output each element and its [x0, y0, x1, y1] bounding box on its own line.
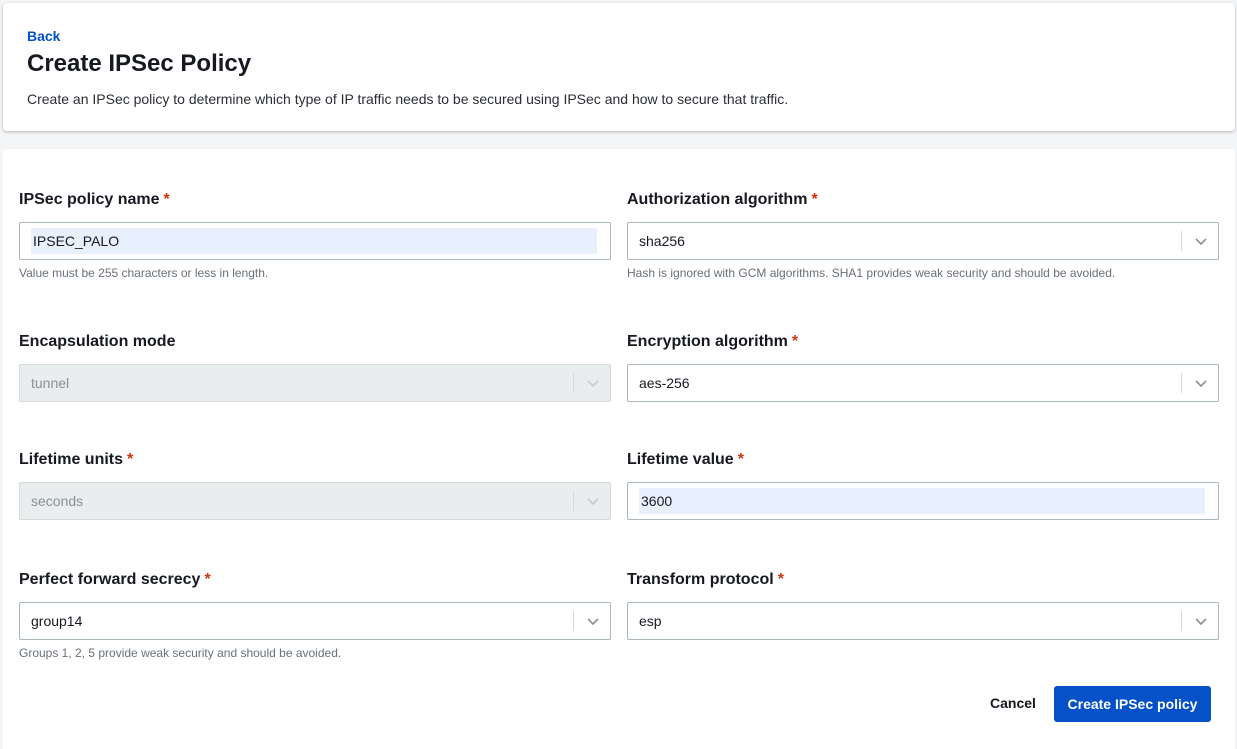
page-description: Create an IPSec policy to determine whic…: [27, 91, 789, 107]
transform-protocol-value: esp: [639, 613, 662, 629]
field-policy-name: IPSec policy name* Value must be 255 cha…: [19, 190, 611, 280]
transform-protocol-label: Transform protocol *: [627, 571, 784, 588]
encapsulation-mode-select: tunnel: [19, 364, 611, 402]
field-lifetime-value: Lifetime value *: [627, 450, 1219, 520]
authorization-algorithm-value: sha256: [639, 233, 685, 249]
authorization-algorithm-label: Authorization algorithm *: [627, 191, 818, 208]
transform-protocol-select[interactable]: esp: [627, 602, 1219, 640]
encryption-algorithm-label: Encryption algorithm *: [627, 333, 799, 350]
field-encryption-algorithm: Encryption algorithm * aes-256: [627, 332, 1219, 402]
lifetime-units-select: seconds: [19, 482, 611, 520]
perfect-forward-secrecy-select[interactable]: group14: [19, 602, 611, 640]
select-divider: [1181, 373, 1182, 393]
chevron-down-icon: [587, 380, 599, 388]
chevron-down-icon[interactable]: [1194, 614, 1208, 628]
authorization-algorithm-select[interactable]: sha256: [627, 222, 1219, 260]
encapsulation-mode-value: tunnel: [31, 375, 70, 391]
chevron-down-icon[interactable]: [586, 614, 600, 628]
lifetime-units-value: seconds: [31, 493, 84, 509]
lifetime-units-label: Lifetime units *: [19, 451, 134, 468]
perfect-forward-secrecy-label: Perfect forward secrecy *: [19, 571, 211, 588]
lifetime-value-input[interactable]: [639, 488, 1205, 514]
page-header: Back Create IPSec Policy Create an IPSec…: [3, 3, 1235, 131]
cancel-button[interactable]: Cancel: [980, 685, 1046, 721]
create-ipsec-policy-button[interactable]: Create IPSec policy: [1054, 686, 1211, 722]
select-divider: [1181, 611, 1182, 631]
policy-name-input-wrapper: [19, 222, 611, 260]
chevron-down-icon: [587, 498, 599, 506]
required-marker: *: [163, 191, 170, 208]
page-title: Create IPSec Policy: [27, 50, 252, 77]
policy-name-hint: Value must be 255 characters or less in …: [19, 266, 269, 280]
select-divider: [573, 611, 574, 631]
required-marker: *: [777, 571, 784, 588]
encryption-algorithm-value: aes-256: [639, 375, 690, 391]
perfect-forward-secrecy-hint: Groups 1, 2, 5 provide weak security and…: [19, 646, 342, 660]
authorization-algorithm-hint: Hash is ignored with GCM algorithms. SHA…: [627, 266, 1116, 280]
ipsec-policy-form: IPSec policy name* Value must be 255 cha…: [3, 149, 1235, 749]
required-marker: *: [811, 191, 818, 208]
select-divider: [1181, 231, 1182, 251]
chevron-down-icon[interactable]: [1194, 376, 1208, 390]
field-encapsulation-mode: Encapsulation mode tunnel: [19, 332, 611, 402]
field-authorization-algorithm: Authorization algorithm * sha256 Hash is …: [627, 190, 1219, 280]
encryption-algorithm-select[interactable]: aes-256: [627, 364, 1219, 402]
select-divider: [573, 373, 574, 393]
select-divider: [573, 491, 574, 511]
field-perfect-forward-secrecy: Perfect forward secrecy * group14 Groups …: [19, 570, 611, 660]
field-lifetime-units: Lifetime units * seconds: [19, 450, 611, 520]
policy-name-label: IPSec policy name *: [19, 191, 170, 208]
chevron-down-icon[interactable]: [1194, 234, 1208, 248]
required-marker: *: [127, 451, 134, 468]
required-marker: *: [791, 333, 799, 350]
encapsulation-mode-label: Encapsulation mode: [19, 333, 176, 350]
policy-name-input[interactable]: [31, 228, 597, 254]
required-marker: *: [737, 451, 744, 468]
lifetime-value-input-wrapper: [627, 482, 1219, 520]
perfect-forward-secrecy-value: group14: [31, 613, 83, 629]
back-link[interactable]: Back: [27, 28, 60, 44]
lifetime-value-label: Lifetime value *: [627, 451, 744, 468]
required-marker: *: [204, 571, 211, 588]
field-transform-protocol: Transform protocol * esp: [627, 570, 1219, 640]
